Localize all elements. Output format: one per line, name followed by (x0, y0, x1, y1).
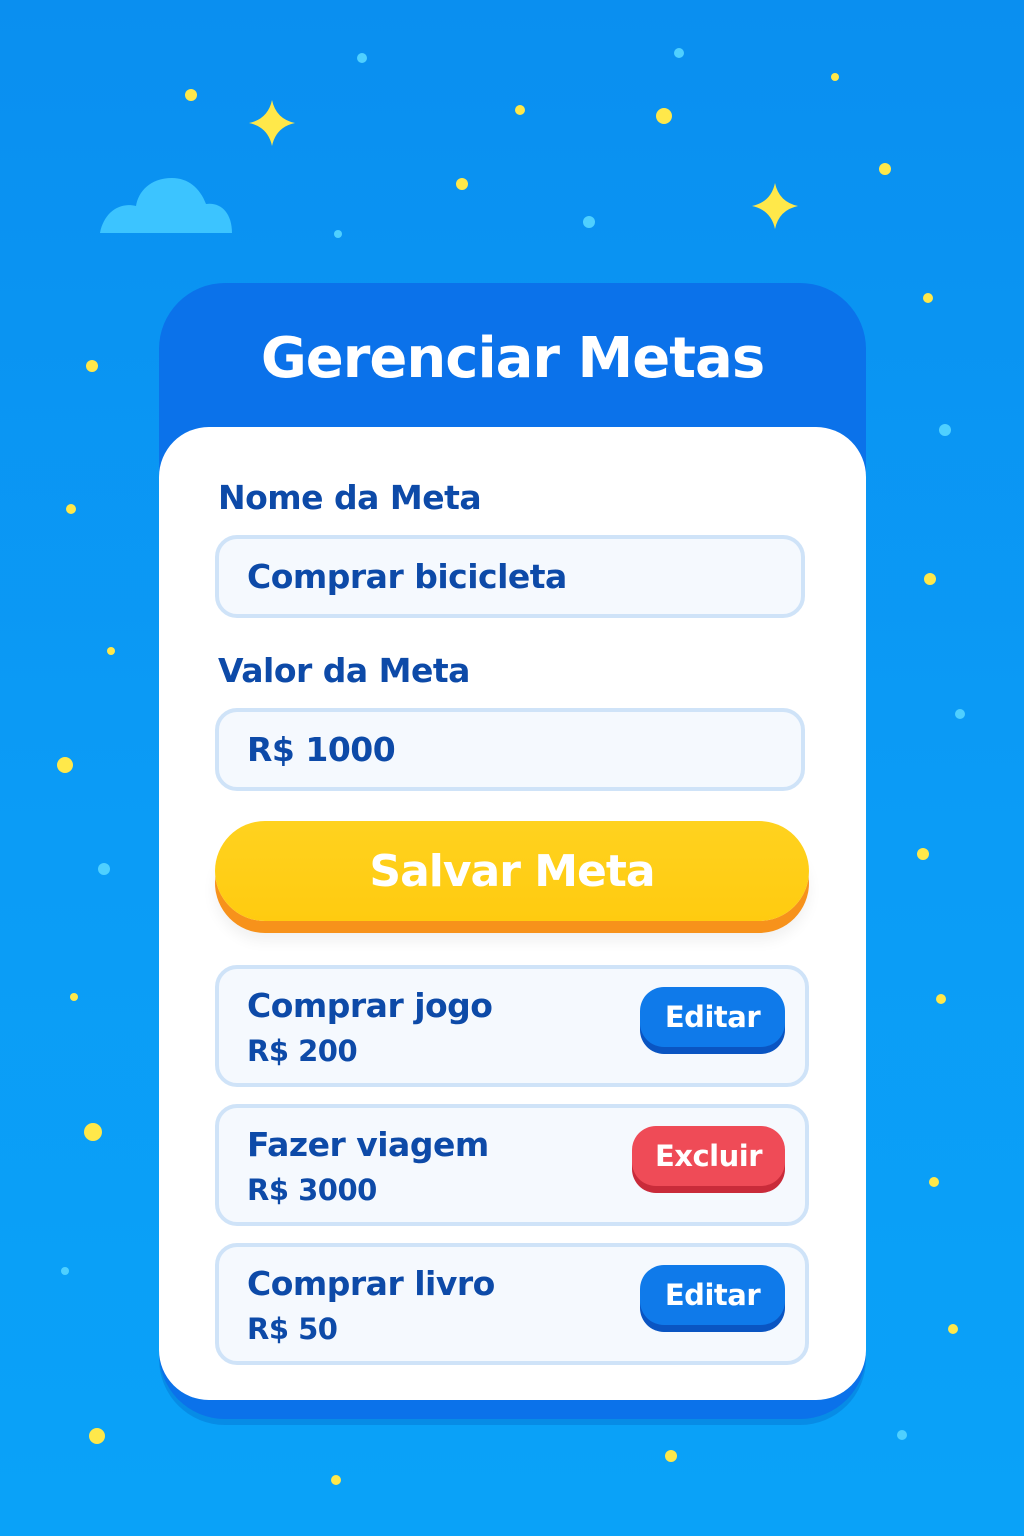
star-icon (752, 183, 798, 229)
goal-name-field[interactable] (215, 535, 805, 618)
goal-value-label: Valor da Meta (218, 651, 470, 690)
goal-list-item: Comprar livro R$ 50 Editar (215, 1243, 809, 1365)
edit-button[interactable]: Editar (640, 987, 785, 1047)
goal-value-input[interactable] (247, 730, 773, 769)
goal-item-name: Fazer viagem (247, 1125, 489, 1164)
goal-list-item: Fazer viagem R$ 3000 Excluir (215, 1104, 809, 1226)
goal-item-value: R$ 50 (247, 1312, 338, 1346)
goal-name-label: Nome da Meta (218, 478, 482, 517)
save-goal-button[interactable]: Salvar Meta (215, 821, 809, 921)
star-icon (249, 100, 295, 146)
card-body: Nome da Meta Valor da Meta Salvar Meta C… (159, 427, 866, 1400)
goal-item-value: R$ 3000 (247, 1173, 377, 1207)
page-title: Gerenciar Metas (260, 326, 765, 391)
goal-item-value: R$ 200 (247, 1034, 358, 1068)
goal-list-item: Comprar jogo R$ 200 Editar (215, 965, 809, 1087)
delete-button[interactable]: Excluir (632, 1126, 785, 1186)
goal-value-field[interactable] (215, 708, 805, 791)
cloud-icon (100, 178, 232, 233)
goal-item-name: Comprar jogo (247, 986, 493, 1025)
goal-name-input[interactable] (247, 557, 773, 596)
goal-item-name: Comprar livro (247, 1264, 495, 1303)
goals-card: Gerenciar Metas Nome da Meta Valor da Me… (159, 283, 866, 1419)
edit-button[interactable]: Editar (640, 1265, 785, 1325)
